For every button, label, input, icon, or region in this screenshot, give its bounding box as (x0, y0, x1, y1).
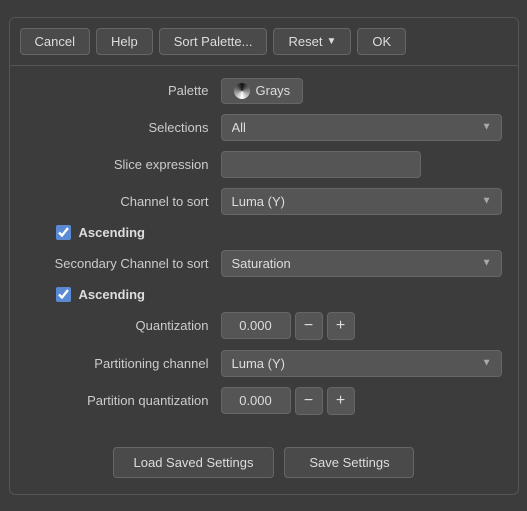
dialog: Cancel Help Sort Palette... Reset ▼ OK P… (9, 17, 519, 495)
plus-icon: + (336, 318, 345, 334)
selections-select-wrap: All Selection None (221, 114, 502, 141)
partition-quantization-minus-button[interactable]: − (295, 387, 323, 415)
reset-label: Reset (288, 34, 322, 49)
channel-to-sort-row: Channel to sort Luma (Y) Hue (H) Saturat… (26, 188, 502, 215)
reset-button[interactable]: Reset ▼ (273, 28, 351, 55)
chevron-down-icon: ▼ (326, 36, 336, 47)
palette-value: Grays (256, 83, 291, 98)
selections-row: Selections All Selection None (26, 114, 502, 141)
ascending1-row: Ascending (26, 225, 502, 240)
partition-quantization-input[interactable] (221, 387, 291, 414)
channel-to-sort-select[interactable]: Luma (Y) Hue (H) Saturation (S) Value (V… (221, 188, 502, 215)
ascending2-label[interactable]: Ascending (79, 287, 145, 302)
minus-icon: − (304, 318, 313, 334)
form-body: Palette Grays Selections All Selection N… (10, 66, 518, 437)
partitioning-channel-select-wrap: Luma (Y) Hue (H) Saturation (S) Value (V… (221, 350, 502, 377)
partition-quantization-controls: − + (221, 387, 355, 415)
cancel-button[interactable]: Cancel (20, 28, 90, 55)
quantization-label: Quantization (26, 318, 221, 333)
quantization-input[interactable] (221, 312, 291, 339)
palette-button[interactable]: Grays (221, 78, 304, 104)
partition-quantization-row: Partition quantization − + (26, 387, 502, 415)
ascending1-label[interactable]: Ascending (79, 225, 145, 240)
channel-to-sort-select-wrap: Luma (Y) Hue (H) Saturation (S) Value (V… (221, 188, 502, 215)
help-button[interactable]: Help (96, 28, 153, 55)
secondary-channel-select[interactable]: Saturation Luma (Y) Hue (H) Value (V) (221, 250, 502, 277)
quantization-plus-button[interactable]: + (327, 312, 355, 340)
sort-palette-button[interactable]: Sort Palette... (159, 28, 268, 55)
secondary-channel-select-wrap: Saturation Luma (Y) Hue (H) Value (V) (221, 250, 502, 277)
ok-button[interactable]: OK (357, 28, 406, 55)
selections-select[interactable]: All Selection None (221, 114, 502, 141)
slice-expression-row: Slice expression (26, 151, 502, 178)
palette-row: Palette Grays (26, 78, 502, 104)
slice-expression-input[interactable] (221, 151, 421, 178)
ascending2-row: Ascending (26, 287, 502, 302)
partition-quantization-label: Partition quantization (26, 393, 221, 408)
slice-expression-label: Slice expression (26, 157, 221, 172)
secondary-channel-label: Secondary Channel to sort (26, 256, 221, 271)
partition-quantization-plus-button[interactable]: + (327, 387, 355, 415)
minus-icon: − (304, 393, 313, 409)
save-settings-button[interactable]: Save Settings (284, 447, 414, 478)
palette-label: Palette (26, 83, 221, 98)
quantization-row: Quantization − + (26, 312, 502, 340)
quantization-controls: − + (221, 312, 355, 340)
bottom-bar: Load Saved Settings Save Settings (10, 437, 518, 478)
palette-icon (234, 83, 250, 99)
secondary-channel-row: Secondary Channel to sort Saturation Lum… (26, 250, 502, 277)
load-saved-settings-button[interactable]: Load Saved Settings (113, 447, 275, 478)
toolbar: Cancel Help Sort Palette... Reset ▼ OK (10, 18, 518, 66)
partitioning-channel-row: Partitioning channel Luma (Y) Hue (H) Sa… (26, 350, 502, 377)
partitioning-channel-label: Partitioning channel (26, 356, 221, 371)
channel-to-sort-label: Channel to sort (26, 194, 221, 209)
partitioning-channel-select[interactable]: Luma (Y) Hue (H) Saturation (S) Value (V… (221, 350, 502, 377)
ascending2-checkbox[interactable] (56, 287, 71, 302)
selections-label: Selections (26, 120, 221, 135)
quantization-minus-button[interactable]: − (295, 312, 323, 340)
ascending1-checkbox[interactable] (56, 225, 71, 240)
plus-icon: + (336, 393, 345, 409)
